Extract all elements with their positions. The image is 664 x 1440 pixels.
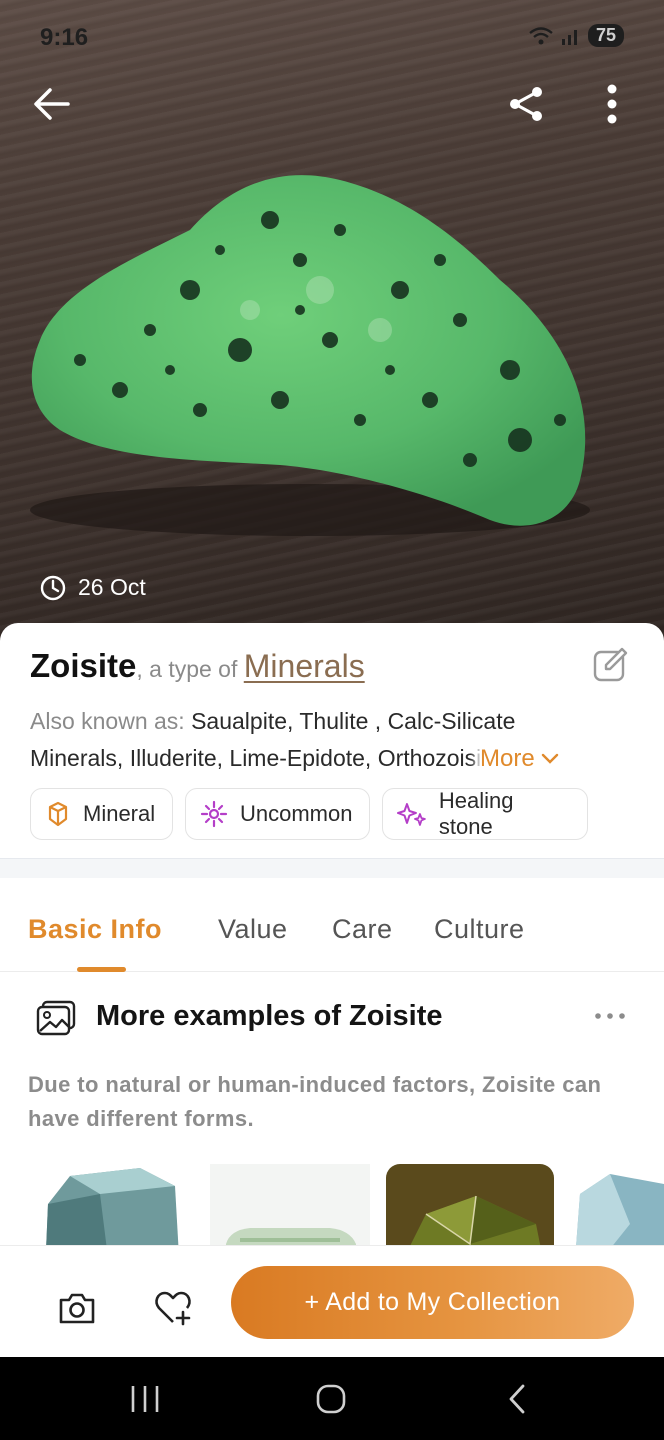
tag-list: Mineral Uncommon Healing stone (30, 788, 588, 840)
tab-care[interactable]: Care (332, 914, 393, 945)
example-image[interactable] (386, 1164, 554, 1246)
section-title: More examples of Zoisite (96, 1000, 443, 1032)
more-label: More (480, 744, 535, 772)
tab-value[interactable]: Value (218, 914, 288, 945)
category-link[interactable]: Minerals (244, 648, 365, 684)
example-images (0, 1160, 664, 1246)
signal-icon (561, 29, 577, 45)
tag-uncommon[interactable]: Uncommon (185, 788, 370, 840)
active-tab-indicator (77, 967, 126, 972)
status-bar: 9:16 75 (0, 0, 664, 76)
edit-icon[interactable] (592, 647, 628, 683)
section-divider (0, 858, 664, 878)
back-nav-icon[interactable] (497, 1383, 537, 1415)
section-description: Due to natural or human-induced factors,… (28, 1072, 602, 1131)
tab-culture[interactable]: Culture (434, 914, 525, 945)
hero-image: 9:16 75 26 Oct (0, 0, 664, 650)
battery-indicator: 75 (587, 24, 624, 47)
sparkle-icon (200, 800, 228, 828)
home-icon[interactable] (311, 1383, 351, 1415)
zoisite-stone-photo (30, 175, 590, 536)
title-line: Zoisite, a type of Minerals (30, 647, 590, 685)
example-image[interactable] (210, 1164, 370, 1246)
tag-healing-stone[interactable]: Healing stone (382, 788, 588, 840)
more-horiz-icon[interactable] (592, 1006, 628, 1026)
capture-date: 26 Oct (40, 574, 146, 601)
more-examples-header: More examples of Zoisite (0, 990, 664, 1050)
more-vert-icon[interactable] (592, 84, 632, 124)
type-of-text: , a type of (136, 656, 244, 682)
bottom-action-bar: + Add to My Collection (0, 1245, 664, 1357)
camera-icon[interactable] (57, 1288, 97, 1328)
specimen-name: Zoisite (30, 647, 137, 684)
tab-basic-info[interactable]: Basic Info (28, 914, 162, 945)
aka-label: Also known as: (30, 708, 192, 734)
stars-icon (397, 803, 426, 826)
clock-icon (40, 575, 66, 600)
tag-mineral[interactable]: Mineral (30, 788, 173, 840)
tag-label: Uncommon (240, 801, 353, 826)
status-time: 9:16 (40, 24, 89, 51)
tag-label: Healing stone (438, 788, 514, 839)
crystal-icon (48, 801, 68, 827)
favorite-add-icon[interactable] (153, 1288, 193, 1328)
tag-label: Mineral (83, 801, 156, 826)
wifi-icon (529, 26, 553, 44)
example-image[interactable] (40, 1164, 190, 1246)
chevron-down-icon (541, 753, 558, 764)
gallery-icon (36, 1000, 76, 1036)
capture-date-text: 26 Oct (78, 574, 146, 600)
example-image[interactable] (570, 1164, 664, 1246)
more-button[interactable]: More (470, 740, 559, 777)
back-arrow-icon[interactable] (32, 84, 72, 124)
tab-bar: Basic Info Value Care Culture (0, 878, 664, 972)
share-icon[interactable] (506, 84, 546, 124)
status-icons: 75 (528, 24, 624, 47)
recent-apps-icon[interactable] (125, 1383, 165, 1415)
info-sheet: Zoisite, a type of Minerals Also known a… (0, 623, 664, 859)
system-nav-bar (0, 1357, 664, 1440)
add-to-collection-button[interactable]: + Add to My Collection (231, 1266, 634, 1339)
